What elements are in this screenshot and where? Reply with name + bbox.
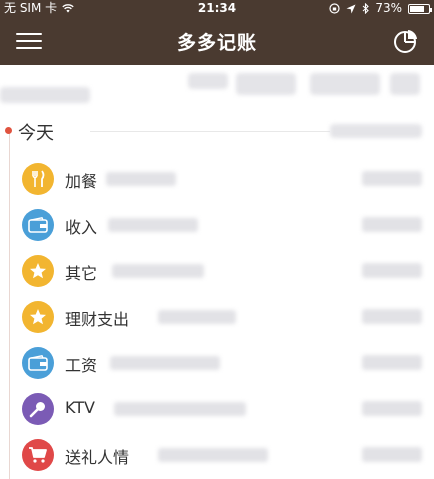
entry-amount-blurred xyxy=(362,447,422,462)
nav-bar: 多多记账 xyxy=(0,17,434,65)
star-icon xyxy=(22,255,54,287)
wallet-icon xyxy=(22,209,54,241)
entry-note-blurred xyxy=(108,218,198,232)
list-item[interactable]: 加餐 xyxy=(0,156,434,202)
bluetooth-icon xyxy=(362,3,370,14)
star-icon xyxy=(22,301,54,333)
date-label: 今天 xyxy=(18,123,54,144)
entry-name: KTV xyxy=(65,398,95,417)
summary-blurred-right-1 xyxy=(310,73,380,95)
fork-knife-icon xyxy=(22,163,54,195)
wallet-icon xyxy=(22,347,54,379)
list-item[interactable]: 理财支出 xyxy=(0,294,434,340)
summary-blurred-mid-1 xyxy=(188,73,228,89)
entry-amount-blurred xyxy=(362,309,422,324)
entry-name: 送礼人情 xyxy=(65,448,130,467)
summary-panel xyxy=(0,65,434,115)
cart-icon xyxy=(22,439,54,471)
entry-note-blurred xyxy=(158,448,268,462)
location-arrow-icon xyxy=(346,4,356,13)
entry-name: 工资 xyxy=(65,356,98,375)
date-marker xyxy=(5,127,12,134)
entry-amount-blurred xyxy=(362,217,422,232)
entry-note-blurred xyxy=(158,310,236,324)
list-item[interactable]: 工资 xyxy=(0,340,434,386)
entry-name: 收入 xyxy=(65,218,98,237)
summary-blurred-left xyxy=(0,87,90,103)
orientation-lock-icon xyxy=(329,3,340,14)
summary-blurred-right-2 xyxy=(390,73,420,95)
date-divider xyxy=(90,131,330,132)
list-item[interactable]: KTV xyxy=(0,386,434,432)
entry-note-blurred xyxy=(106,172,176,186)
entry-name: 其它 xyxy=(65,264,98,283)
list-item[interactable]: 其它 xyxy=(0,248,434,294)
list-item[interactable]: 收入 xyxy=(0,202,434,248)
entry-name: 理财支出 xyxy=(65,310,130,329)
status-bar: 无 SIM 卡 21:34 73% xyxy=(0,0,434,17)
page-title: 多多记账 xyxy=(176,32,257,54)
statistics-button[interactable] xyxy=(392,27,420,55)
entry-note-blurred xyxy=(110,356,220,370)
entry-note-blurred xyxy=(112,264,204,278)
battery-percent: 73% xyxy=(375,1,402,15)
entry-amount-blurred xyxy=(362,401,422,416)
entry-name: 加餐 xyxy=(65,172,98,191)
microphone-icon xyxy=(22,393,54,425)
pie-chart-icon xyxy=(394,30,417,53)
entry-amount-blurred xyxy=(362,355,422,370)
entry-note-blurred xyxy=(114,402,246,416)
battery-icon xyxy=(408,3,432,14)
summary-blurred-mid-2 xyxy=(236,73,296,95)
day-total-blurred xyxy=(330,124,422,138)
list-item[interactable]: 送礼人情 xyxy=(0,432,434,478)
entry-amount-blurred xyxy=(362,263,422,278)
entry-amount-blurred xyxy=(362,171,422,186)
status-right: 73% xyxy=(329,0,432,17)
